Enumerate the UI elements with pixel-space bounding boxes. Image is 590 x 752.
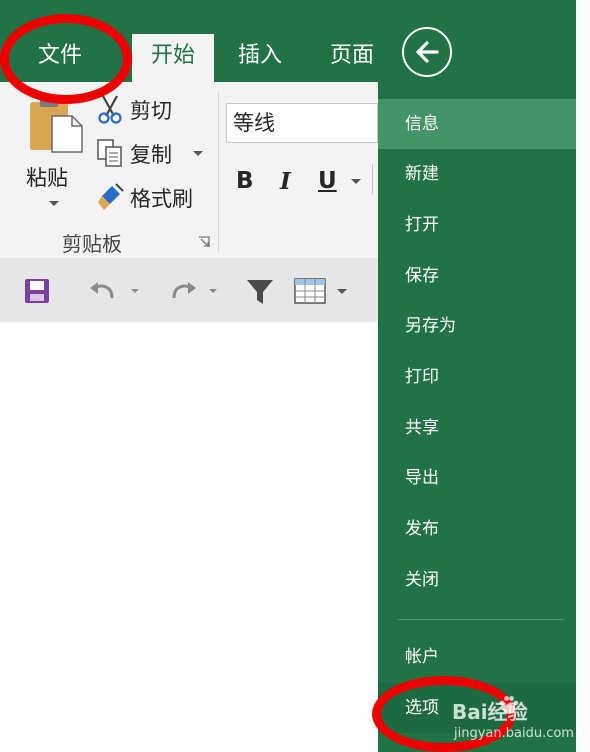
menu-item-save-as[interactable]: 另存为 <box>378 301 576 351</box>
scissors-icon <box>98 95 122 124</box>
menu-item-info[interactable]: 信息 <box>378 99 576 149</box>
dialog-launcher-icon[interactable] <box>198 236 210 248</box>
menu-item-close[interactable]: 关闭 <box>378 555 576 605</box>
cut-button[interactable]: 剪切 <box>96 92 206 126</box>
annotation-circle-file <box>0 14 132 104</box>
tab-page-layout[interactable]: 页面 <box>330 34 374 82</box>
menu-item-save[interactable]: 保存 <box>378 251 576 301</box>
toolbar-divider <box>372 164 373 194</box>
menu-item-publish[interactable]: 发布 <box>378 504 576 554</box>
undo-icon[interactable] <box>88 278 120 304</box>
chevron-down-icon[interactable] <box>208 288 218 295</box>
arrow-left-icon <box>416 41 439 63</box>
ribbon-body: 粘贴 剪切 复制 格式刷 剪贴板 等线 B I U <box>0 82 378 258</box>
copy-button[interactable]: 复制 <box>96 136 206 170</box>
menu-item-share[interactable]: 共享 <box>378 403 576 453</box>
chevron-down-icon[interactable] <box>350 178 362 186</box>
back-button[interactable] <box>402 27 452 77</box>
copy-icon <box>97 139 122 167</box>
menu-item-open[interactable]: 打开 <box>378 200 576 250</box>
paste-button[interactable]: 粘贴 <box>22 88 86 208</box>
window-edge <box>576 0 590 752</box>
watermark-url: jingyan.baidu.com <box>454 726 574 741</box>
menu-item-export[interactable]: 导出 <box>378 453 576 503</box>
format-painter-button[interactable]: 格式刷 <box>96 180 206 214</box>
chevron-down-icon[interactable] <box>336 288 348 296</box>
table-format-icon[interactable] <box>294 278 326 306</box>
backstage-menu: 信息 新建 打开 保存 另存为 打印 共享 导出 发布 关闭 帐户 选项 <box>378 0 576 752</box>
menu-item-new[interactable]: 新建 <box>378 149 576 199</box>
save-icon[interactable] <box>24 278 50 304</box>
group-divider <box>218 92 219 252</box>
paste-label: 粘贴 <box>26 166 68 190</box>
baidu-jingyan-watermark: Bai经验 jingyan.baidu.com <box>452 692 590 752</box>
quick-access-toolbar <box>0 258 378 322</box>
brush-icon <box>98 183 124 210</box>
redo-icon[interactable] <box>166 278 198 304</box>
filter-icon[interactable] <box>246 278 274 306</box>
tab-insert[interactable]: 插入 <box>238 34 282 82</box>
chevron-down-icon[interactable] <box>130 288 140 295</box>
font-name-input[interactable]: 等线 <box>226 103 378 143</box>
copy-label: 复制 <box>130 143 172 167</box>
watermark-brand: Bai经验 <box>452 700 528 724</box>
tab-home[interactable]: 开始 <box>132 34 214 82</box>
format-painter-label: 格式刷 <box>130 187 193 211</box>
chevron-down-icon <box>193 151 203 156</box>
italic-button[interactable]: I <box>280 168 291 195</box>
clipboard-group-label: 剪贴板 <box>62 232 122 256</box>
menu-item-print[interactable]: 打印 <box>378 352 576 402</box>
menu-item-account[interactable]: 帐户 <box>378 632 576 682</box>
chevron-down-icon <box>49 201 59 206</box>
menu-divider <box>398 619 564 620</box>
cut-label: 剪切 <box>130 99 172 123</box>
bold-button[interactable]: B <box>236 168 254 194</box>
underline-button[interactable]: U <box>318 168 337 194</box>
